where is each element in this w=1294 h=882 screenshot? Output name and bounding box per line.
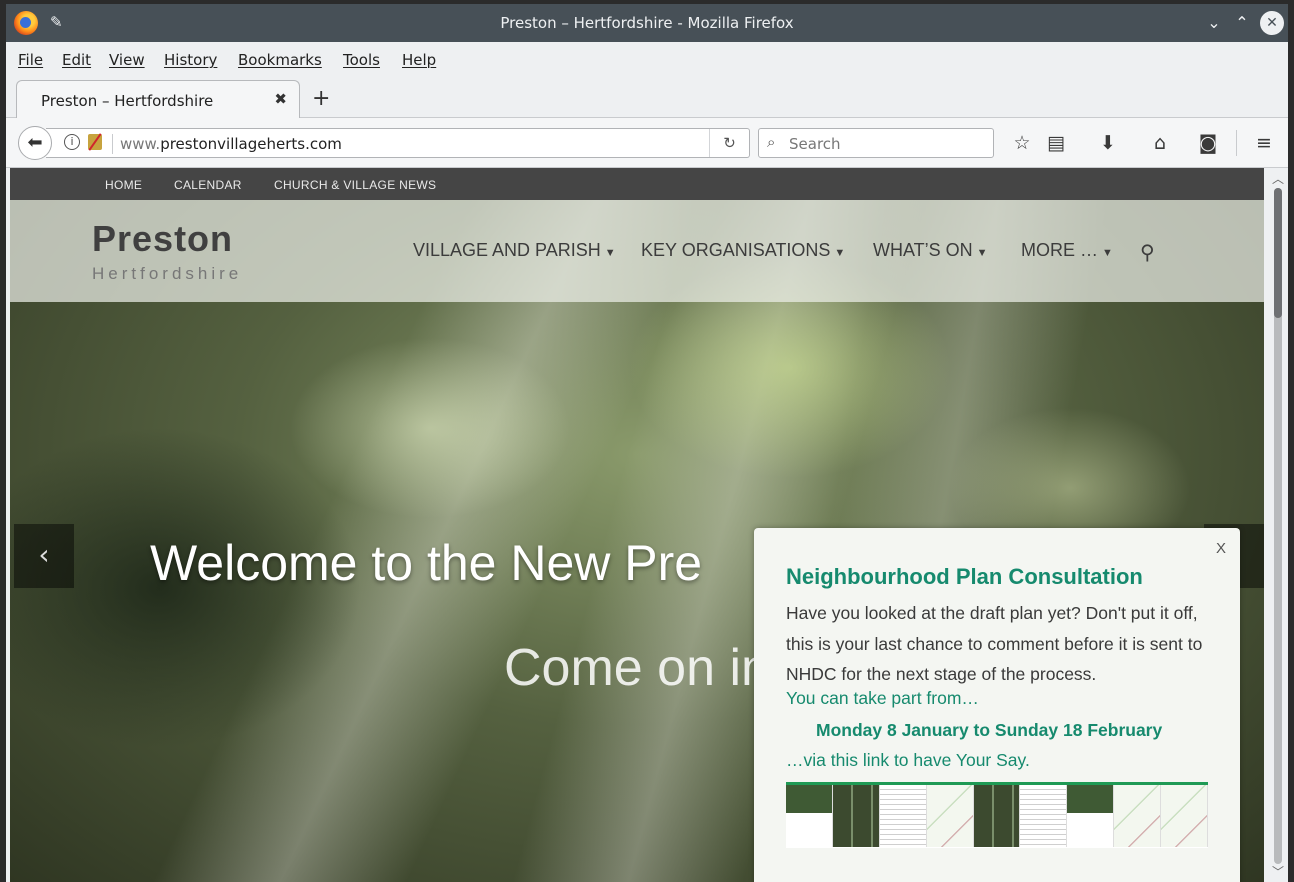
- nav-key-organisations[interactable]: KEY ORGANISATIONS ▼: [641, 240, 845, 261]
- plan-thumbnail[interactable]: [786, 785, 833, 847]
- caret-down-icon: ▼: [976, 247, 988, 259]
- toolbar-divider: [1236, 130, 1237, 156]
- plan-thumbnail[interactable]: [1161, 785, 1209, 847]
- menu-history[interactable]: History: [164, 51, 217, 69]
- popup-dates: Monday 8 January to Sunday 18 February: [816, 720, 1163, 740]
- topnav-church-village-news[interactable]: CHURCH & VILLAGE NEWS: [274, 178, 436, 192]
- popup-title: Neighbourhood Plan Consultation: [786, 564, 1143, 589]
- scroll-up-icon[interactable]: ︿: [1272, 170, 1284, 187]
- plan-thumbnails-strip[interactable]: [786, 782, 1209, 848]
- plan-thumbnail[interactable]: [973, 785, 1021, 847]
- site-search-icon[interactable]: ⚲: [1140, 240, 1155, 264]
- hamburger-menu-icon[interactable]: ≡: [1252, 132, 1276, 154]
- plan-thumbnail[interactable]: [1067, 785, 1115, 847]
- scroll-down-icon[interactable]: ﹀: [1272, 863, 1284, 880]
- site-title[interactable]: Preston: [92, 218, 233, 260]
- url-domain: prestonvillageherts.com: [160, 135, 342, 153]
- maximize-icon[interactable]: ⌃: [1230, 11, 1254, 35]
- search-placeholder: Search: [789, 135, 841, 153]
- search-input[interactable]: ⌕ Search: [758, 128, 994, 158]
- menu-help[interactable]: Help: [402, 51, 436, 69]
- downloads-icon[interactable]: ⬇: [1096, 132, 1120, 154]
- close-window-icon[interactable]: ✕: [1260, 11, 1284, 35]
- url-divider: [112, 134, 113, 154]
- minimize-icon[interactable]: ⌄: [1202, 11, 1226, 35]
- caret-down-icon: ▼: [1102, 247, 1113, 259]
- nav-key-organisations-label: KEY ORGANISATIONS: [641, 240, 831, 260]
- scroll-thumb[interactable]: [1274, 188, 1282, 318]
- popup-body: Have you looked at the draft plan yet? D…: [786, 603, 1203, 684]
- nav-whats-on[interactable]: WHAT’S ON ▼: [873, 240, 988, 261]
- hero-subtitle: Come on in: [504, 639, 770, 697]
- title-bar: ✎ Preston – Hertfordshire - Mozilla Fire…: [6, 4, 1288, 42]
- window-title: Preston – Hertfordshire - Mozilla Firefo…: [500, 14, 794, 32]
- nav-village-and-parish-label: VILLAGE AND PARISH: [413, 240, 601, 260]
- search-icon: ⌕: [767, 133, 776, 151]
- page-content: HOME CALENDAR CHURCH & VILLAGE NEWS Pres…: [10, 168, 1264, 882]
- topnav-home[interactable]: HOME: [105, 178, 142, 192]
- nav-village-and-parish[interactable]: VILLAGE AND PARISH ▼: [413, 240, 616, 261]
- menu-file[interactable]: File: [18, 51, 43, 69]
- tab-preston[interactable]: Preston – Hertfordshire ✖: [16, 80, 300, 119]
- plan-thumbnail[interactable]: [1114, 785, 1162, 847]
- url-text[interactable]: www.prestonvillageherts.com: [120, 135, 342, 153]
- back-button[interactable]: ⬅: [18, 126, 52, 160]
- plan-thumbnail[interactable]: [832, 785, 880, 847]
- menu-bookmarks[interactable]: Bookmarks: [238, 51, 322, 69]
- site-top-nav: HOME CALENDAR CHURCH & VILLAGE NEWS: [10, 168, 1264, 200]
- hero-title: Welcome to the New Pre: [150, 535, 703, 591]
- site-header: Preston Hertfordshire VILLAGE AND PARISH…: [10, 200, 1264, 302]
- url-prefix: www.: [120, 135, 161, 153]
- page-scrollbar[interactable]: ︿ ﹀: [1268, 168, 1288, 882]
- back-arrow-icon: ⬅: [27, 132, 43, 153]
- topnav-calendar[interactable]: CALENDAR: [174, 178, 242, 192]
- bookmark-star-icon[interactable]: ☆: [1010, 132, 1034, 154]
- navigation-bar: i www.prestonvillageherts.com ↻ ⬅ ⌕ Sear…: [6, 118, 1288, 168]
- new-tab-icon[interactable]: +: [312, 86, 330, 111]
- mixed-content-icon[interactable]: [88, 134, 102, 150]
- nav-more-label: MORE …: [1021, 240, 1099, 260]
- chevron-left-icon: ‹: [38, 538, 50, 571]
- menu-tools[interactable]: Tools: [343, 51, 380, 69]
- reload-icon[interactable]: ↻: [709, 129, 749, 157]
- popup-have-your-say-link[interactable]: …via this link to have Your Say.: [786, 750, 1030, 771]
- menu-bar: File Edit View History Bookmarks Tools H…: [6, 42, 1288, 76]
- site-subtitle: Hertfordshire: [92, 264, 243, 283]
- home-icon[interactable]: ⌂: [1148, 132, 1172, 154]
- caret-down-icon: ▼: [834, 247, 846, 259]
- slider-prev-button[interactable]: ‹: [14, 524, 74, 588]
- info-icon[interactable]: i: [64, 134, 80, 150]
- menu-view[interactable]: View: [109, 51, 145, 69]
- pocket-icon[interactable]: ◙: [1196, 132, 1220, 154]
- menu-edit[interactable]: Edit: [62, 51, 91, 69]
- tab-strip: Preston – Hertfordshire ✖ +: [6, 76, 1288, 119]
- plan-thumbnail[interactable]: [1020, 785, 1068, 847]
- plan-thumbnail[interactable]: [879, 785, 927, 847]
- nav-more[interactable]: MORE … ▼: [1021, 240, 1113, 261]
- url-bar[interactable]: i www.prestonvillageherts.com ↻: [46, 128, 750, 158]
- caret-down-icon: ▼: [604, 247, 616, 259]
- nav-whats-on-label: WHAT’S ON: [873, 240, 973, 260]
- popup-close-button[interactable]: X: [1216, 540, 1226, 557]
- plan-thumbnail[interactable]: [926, 785, 974, 847]
- tab-close-icon[interactable]: ✖: [274, 90, 287, 108]
- consultation-popup: X Neighbourhood Plan Consultation Have y…: [754, 528, 1240, 882]
- browser-window: ✎ Preston – Hertfordshire - Mozilla Fire…: [6, 4, 1288, 882]
- popup-take-part-link[interactable]: You can take part from…: [786, 688, 979, 709]
- tab-title: Preston – Hertfordshire: [41, 92, 214, 110]
- library-icon[interactable]: ▤: [1044, 132, 1068, 154]
